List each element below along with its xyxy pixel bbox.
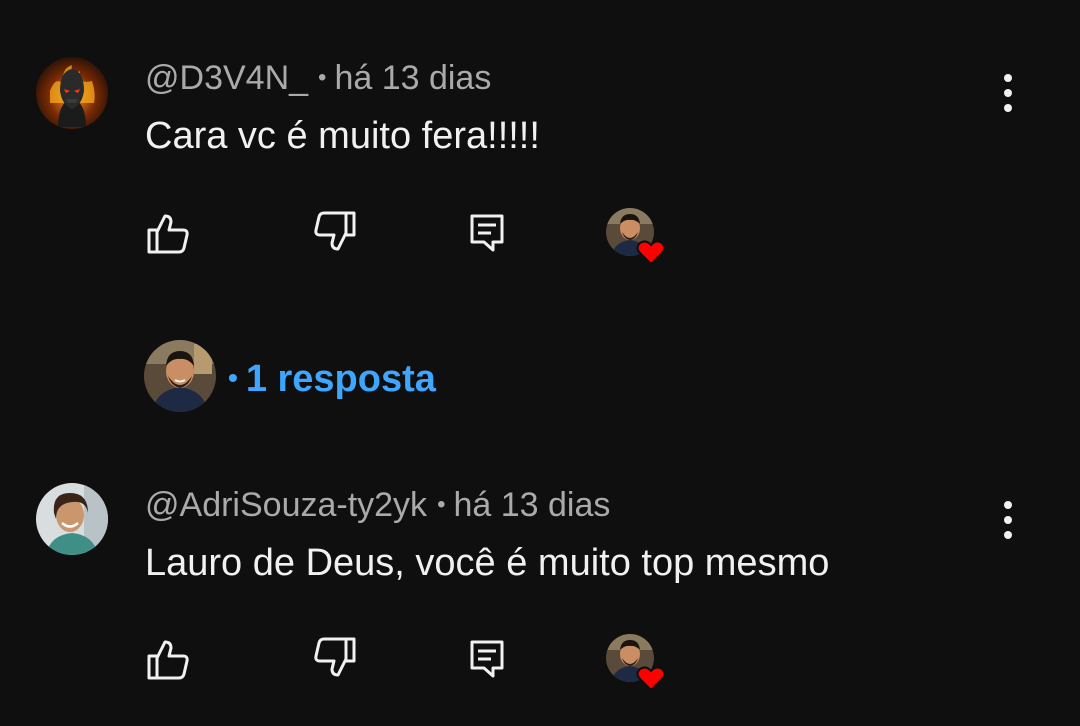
comment-author[interactable]: @D3V4N_	[145, 59, 308, 97]
comment-age: há 13 dias	[453, 486, 611, 524]
view-replies-button[interactable]: • 1 resposta	[142, 338, 502, 414]
like-button[interactable]	[143, 634, 193, 684]
replies-separator: •	[228, 362, 238, 393]
comment-menu-button[interactable]	[990, 495, 1026, 545]
creator-avatar	[144, 340, 216, 412]
reply-button[interactable]	[463, 208, 513, 258]
commenter-avatar[interactable]	[36, 57, 108, 129]
replies-link: • 1 resposta	[228, 356, 436, 401]
creator-heart-badge	[605, 632, 669, 692]
thumbs-up-icon	[147, 214, 189, 254]
comment-meta: @AdriSouza-ty2yk • há 13 dias	[145, 485, 610, 525]
dislike-button[interactable]	[310, 633, 360, 683]
comment-text: Lauro de Deus, você é muito top mesmo	[145, 542, 830, 584]
woman-avatar-icon	[36, 483, 108, 555]
creator-avatar-heart-icon	[606, 634, 666, 692]
thumbs-down-icon	[314, 211, 356, 251]
more-vertical-icon	[1004, 74, 1012, 112]
comment-2: @AdriSouza-ty2yk • há 13 dias Lauro de Deu…	[0, 440, 1080, 726]
comment-meta: @D3V4N_ • há 13 dias	[145, 58, 491, 98]
comment-text: Cara vc é muito fera!!!!!	[145, 115, 540, 157]
meta-separator: •	[437, 491, 446, 518]
reply-comment-icon	[470, 214, 504, 252]
dark-masked-figure-avatar-icon	[36, 57, 108, 129]
creator-avatar-heart-icon	[606, 208, 666, 266]
more-vertical-icon	[1004, 501, 1012, 539]
like-button[interactable]	[143, 208, 193, 258]
dislike-button[interactable]	[310, 207, 360, 257]
replies-count-label: 1 resposta	[245, 358, 436, 400]
meta-separator: •	[318, 64, 327, 91]
commenter-avatar[interactable]	[36, 483, 108, 555]
creator-heart-badge	[605, 206, 669, 266]
thumbs-up-icon	[147, 640, 189, 680]
thumbs-down-icon	[314, 637, 356, 677]
comment-1: @D3V4N_ • há 13 dias Cara vc é muito fera!…	[0, 0, 1080, 330]
creator-avatar-icon	[144, 340, 216, 412]
comment-menu-button[interactable]	[990, 68, 1026, 118]
comment-age: há 13 dias	[334, 59, 492, 97]
reply-comment-icon	[470, 640, 504, 678]
comment-author[interactable]: @AdriSouza-ty2yk	[145, 486, 427, 524]
reply-button[interactable]	[463, 634, 513, 684]
